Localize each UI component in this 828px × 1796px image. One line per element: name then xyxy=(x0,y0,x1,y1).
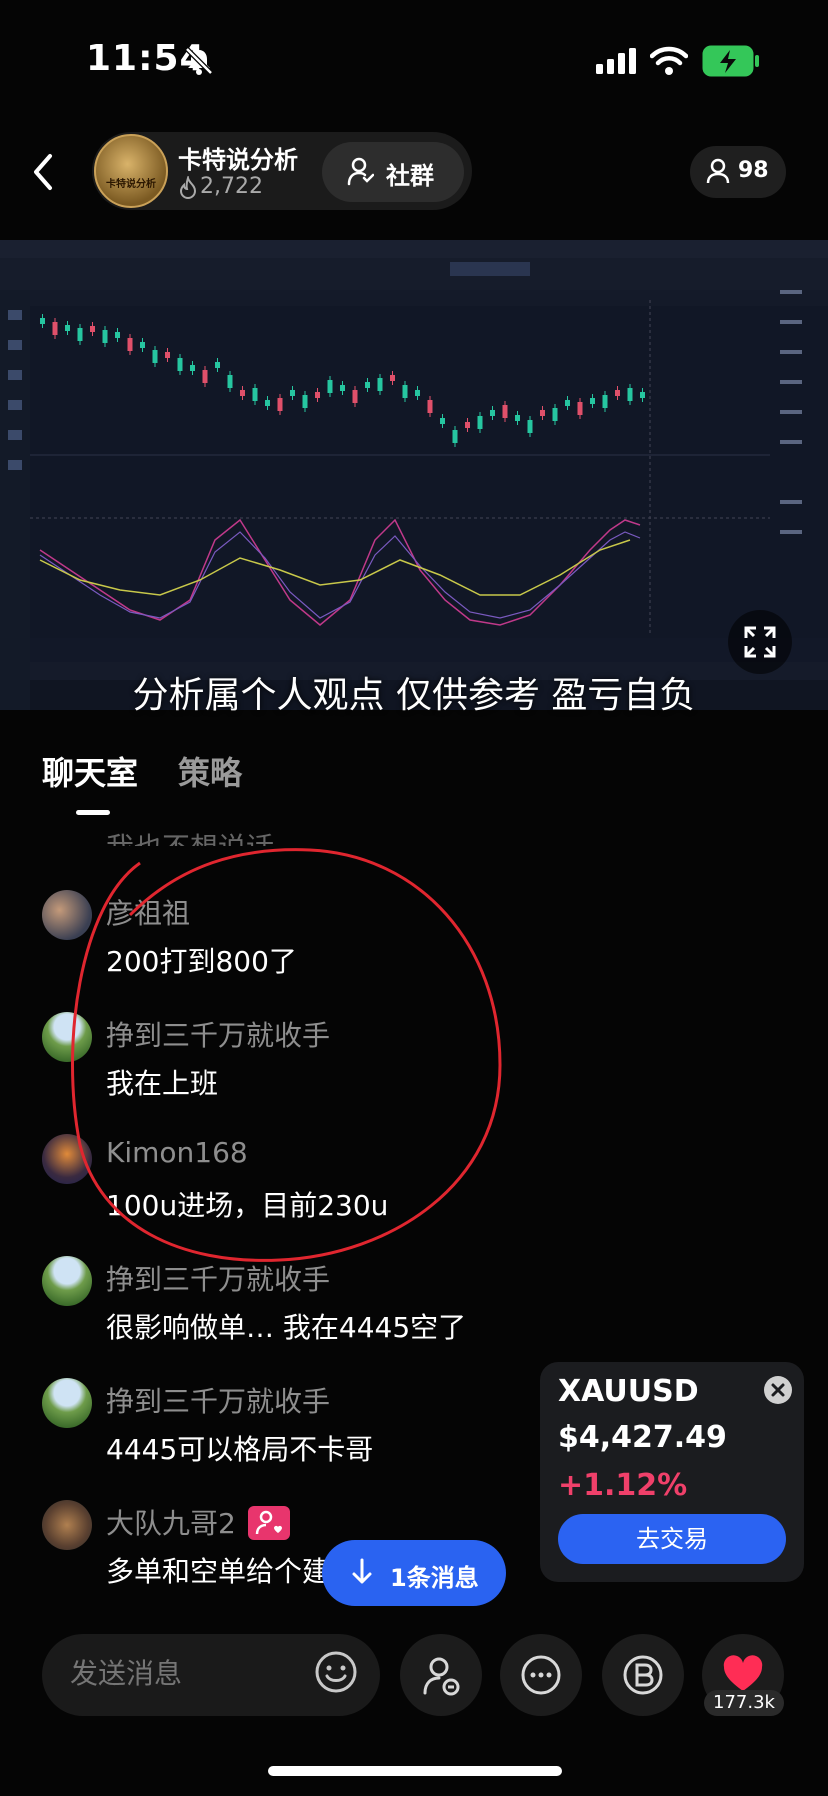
bell-off-icon xyxy=(185,47,213,75)
new-message-label: 1条消息 xyxy=(390,1564,479,1592)
more-icon xyxy=(521,1655,561,1695)
home-indicator xyxy=(268,1766,562,1776)
viewer-count: 98 xyxy=(738,158,769,183)
candle xyxy=(90,326,95,332)
signal-icon xyxy=(596,48,636,74)
fullscreen-icon xyxy=(744,626,776,658)
candle xyxy=(277,398,283,411)
trading-chart-screenshot xyxy=(0,240,828,710)
chat-message-text: 很影响做单… 我在4445空了 xyxy=(106,1311,467,1344)
arrow-down-icon xyxy=(352,1558,372,1584)
candle xyxy=(540,410,545,416)
candle xyxy=(552,408,558,421)
host-avatar[interactable] xyxy=(94,134,168,208)
partial-message-text: 我也不想说话 xyxy=(106,826,274,846)
candle xyxy=(590,398,595,404)
candle xyxy=(440,418,445,424)
candle xyxy=(290,390,295,396)
coin-button[interactable] xyxy=(602,1634,684,1716)
candle xyxy=(177,358,183,371)
red-annotation-circle xyxy=(71,848,502,1262)
candle xyxy=(477,416,483,429)
user-icon xyxy=(706,158,730,184)
like-count: 177.3k xyxy=(704,1690,784,1716)
candle xyxy=(65,325,70,331)
candle xyxy=(402,385,408,398)
emoji-icon[interactable] xyxy=(312,1648,360,1696)
candle xyxy=(127,338,133,351)
candle xyxy=(527,420,533,433)
close-icon[interactable] xyxy=(764,1376,792,1404)
candle xyxy=(165,352,170,358)
group-icon xyxy=(347,157,374,186)
chat-username: 挣到三千万就收手 xyxy=(106,1385,331,1418)
fan-badge-icon xyxy=(248,1506,290,1540)
candle xyxy=(615,390,620,396)
candle xyxy=(627,388,633,401)
candle xyxy=(102,330,108,343)
more-button[interactable] xyxy=(500,1634,582,1716)
live-video-chart[interactable] xyxy=(0,240,828,710)
invite-button[interactable] xyxy=(400,1634,482,1716)
candle xyxy=(452,430,458,443)
back-icon[interactable] xyxy=(30,152,58,192)
candle xyxy=(427,400,433,413)
card-change: +1.12% xyxy=(558,1468,688,1503)
candle xyxy=(377,378,383,391)
heat-count: 2,722 xyxy=(200,174,263,199)
candle xyxy=(515,415,520,421)
trade-button[interactable]: 去交易 xyxy=(558,1514,786,1564)
candle xyxy=(327,380,333,393)
active-tab-indicator xyxy=(76,810,110,815)
room-name: 卡特说分析 xyxy=(178,146,298,174)
video-subtitle: 分析属个人观点 仅供参考 盈亏自负 xyxy=(132,675,696,716)
candle xyxy=(602,395,608,408)
candle xyxy=(415,390,420,396)
chat-message-text: 多单和空单给个建 xyxy=(106,1555,331,1588)
candle xyxy=(565,400,570,406)
candle xyxy=(152,350,158,363)
invite-icon xyxy=(423,1657,460,1696)
candle xyxy=(302,395,308,408)
message-input[interactable] xyxy=(68,1656,292,1691)
candle xyxy=(390,375,395,381)
candle xyxy=(77,328,83,341)
candle xyxy=(52,322,58,335)
candle xyxy=(40,318,45,324)
tab-strategy[interactable]: 策略 xyxy=(178,748,242,794)
candle xyxy=(640,392,645,398)
candle xyxy=(202,370,208,383)
candle xyxy=(502,405,508,418)
card-price: $4,427.49 xyxy=(558,1420,727,1455)
card-symbol: XAUUSD xyxy=(558,1374,699,1409)
candle xyxy=(340,385,345,391)
candle xyxy=(265,400,270,406)
tab-chat[interactable]: 聊天室 xyxy=(42,748,138,794)
wifi-icon xyxy=(650,46,688,75)
chat-username: 大队九哥2 xyxy=(106,1507,236,1540)
candle xyxy=(252,388,258,401)
candle xyxy=(365,382,370,388)
user-avatar[interactable] xyxy=(42,1500,92,1550)
candle xyxy=(215,362,220,368)
candle xyxy=(490,410,495,416)
chat-message-text: 4445可以格局不卡哥 xyxy=(106,1433,374,1466)
candle xyxy=(352,390,358,403)
candle xyxy=(240,390,245,396)
candle xyxy=(115,332,120,338)
user-avatar[interactable] xyxy=(42,1378,92,1428)
group-button-label: 社群 xyxy=(386,162,434,190)
avatar-logo-text: 卡特说分析 xyxy=(106,179,156,190)
fire-icon xyxy=(179,176,197,199)
candle xyxy=(190,365,195,371)
candle xyxy=(465,422,470,428)
candle xyxy=(227,375,233,388)
battery-icon xyxy=(702,45,759,77)
candle xyxy=(315,392,320,398)
b-coin-icon xyxy=(623,1655,663,1695)
candle xyxy=(577,402,583,415)
candle xyxy=(140,342,145,348)
fullscreen-button[interactable] xyxy=(728,610,792,674)
